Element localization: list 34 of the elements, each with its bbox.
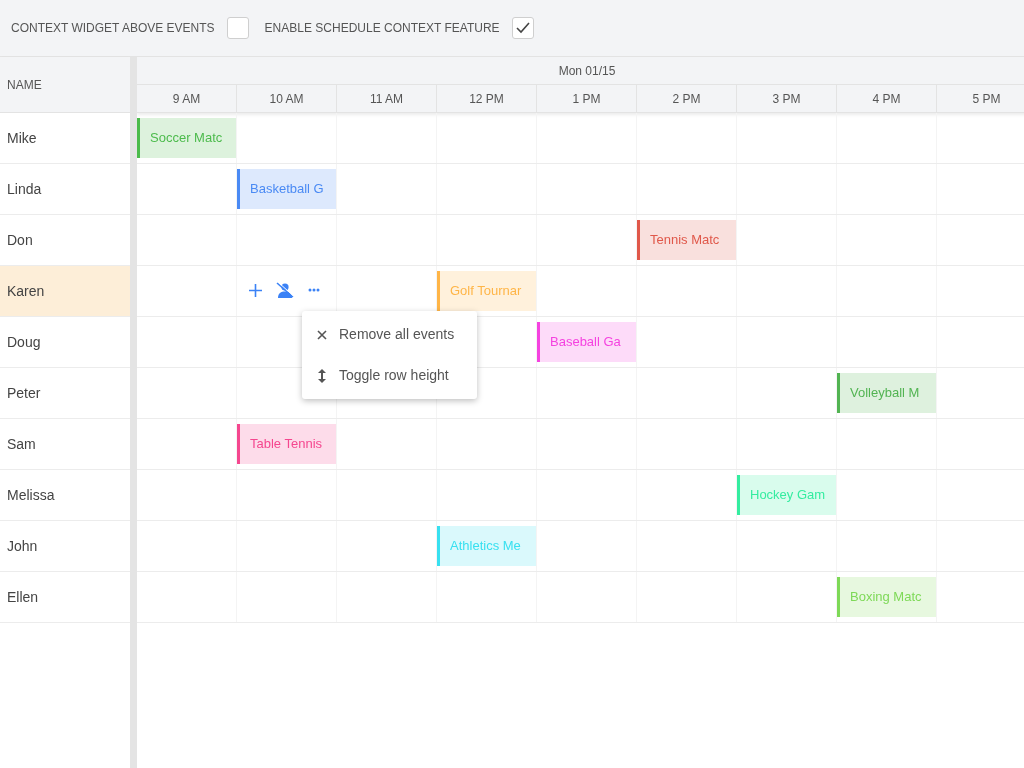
event-title: Athletics Me bbox=[449, 537, 521, 556]
checkbox[interactable] bbox=[226, 17, 249, 39]
event-title: Table Tennis bbox=[249, 435, 323, 454]
user-slash-icon[interactable] bbox=[276, 282, 294, 298]
event-title: Volleyball M bbox=[849, 384, 920, 403]
more-icon[interactable] bbox=[308, 288, 320, 292]
date-header: Mon 01/15 bbox=[137, 57, 1024, 85]
name-header: NAME bbox=[7, 76, 42, 94]
checkbox[interactable] bbox=[511, 17, 534, 39]
option-label: CONTEXT WIDGET ABOVE EVENTS bbox=[11, 20, 215, 37]
hour-header: 12 PM bbox=[437, 85, 537, 112]
add-icon[interactable] bbox=[249, 283, 262, 297]
menu-item[interactable]: Remove all events bbox=[339, 324, 455, 345]
resource-cell[interactable]: Karen bbox=[0, 266, 130, 317]
menu-item[interactable]: Toggle row height bbox=[339, 365, 449, 386]
event-title: Baseball Ga bbox=[549, 333, 621, 352]
close-icon bbox=[317, 329, 327, 340]
hour-header: 3 PM bbox=[737, 85, 837, 112]
hour-header: 5 PM bbox=[937, 85, 1024, 112]
hour-header: 11 AM bbox=[337, 85, 437, 112]
event-title: Tennis Matc bbox=[649, 231, 720, 250]
hour-header: 10 AM bbox=[237, 85, 337, 112]
event-title: Golf Tournar bbox=[449, 282, 522, 301]
option-label: ENABLE SCHEDULE CONTEXT FEATURE bbox=[264, 20, 500, 37]
event-title: Basketball G bbox=[249, 180, 324, 199]
event-title: Boxing Matc bbox=[849, 588, 922, 607]
check-icon bbox=[515, 22, 530, 34]
vertical-arrows-icon bbox=[318, 368, 326, 383]
hour-header: 9 AM bbox=[137, 85, 237, 112]
event-title: Soccer Matc bbox=[149, 129, 223, 148]
event-title: Hockey Gam bbox=[749, 486, 826, 505]
hour-header: 4 PM bbox=[837, 85, 937, 112]
hour-header: 2 PM bbox=[637, 85, 737, 112]
hour-header: 1 PM bbox=[537, 85, 637, 112]
